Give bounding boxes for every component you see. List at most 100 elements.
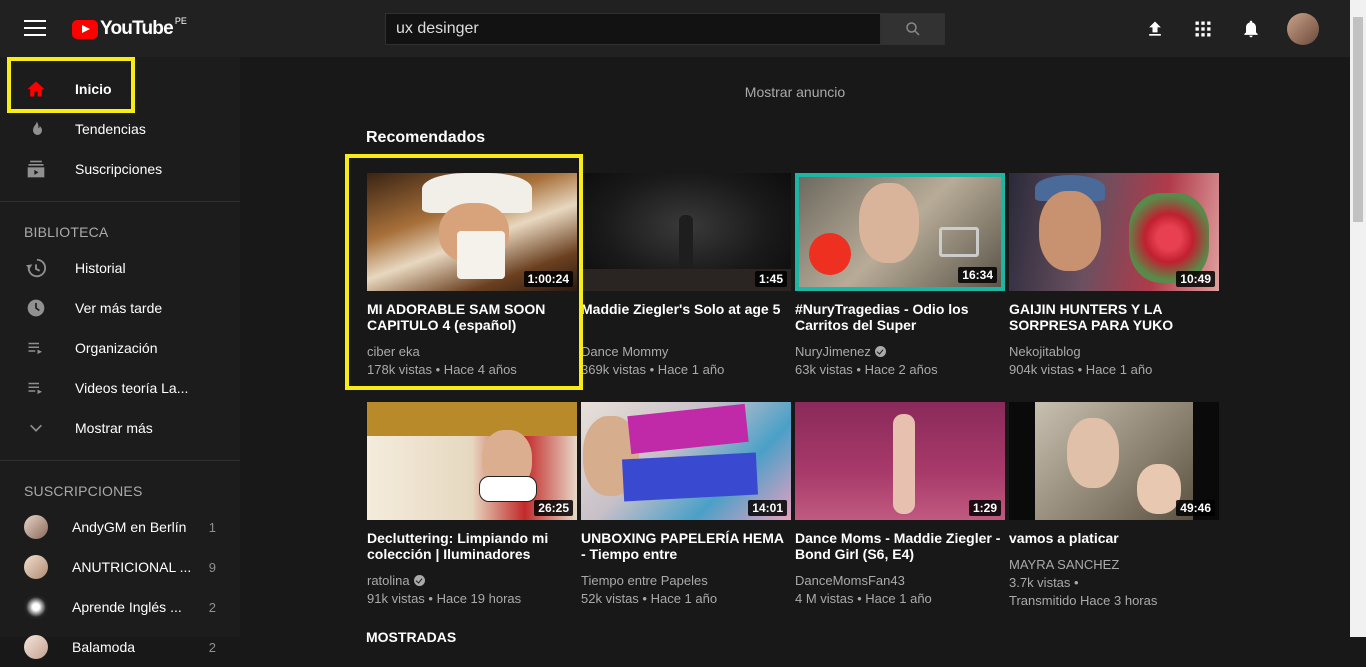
subscription-item[interactable]: Aprende Inglés ... 2	[0, 587, 240, 627]
video-title[interactable]: #NuryTragedias - Odio los Carritos del S…	[795, 301, 1005, 333]
youtube-logo[interactable]: YouTube PE	[72, 16, 187, 40]
channel-name-text: Nekojitablog	[1009, 344, 1081, 359]
video-card[interactable]: 16:34 #NuryTragedias - Odio los Carritos…	[795, 173, 1005, 379]
sidebar-item-organizacion[interactable]: Organización	[0, 328, 240, 368]
video-duration: 1:45	[754, 271, 787, 287]
subscription-item[interactable]: AndyGM en Berlín 1	[0, 507, 240, 547]
thumbnail-face	[1067, 418, 1119, 488]
bell-icon[interactable]	[1239, 17, 1263, 41]
video-meta: 3.7k vistas •	[1009, 575, 1079, 590]
annotation-highlight	[7, 57, 135, 113]
sidebar-item-videos-teoria[interactable]: Videos teoría La...	[0, 368, 240, 408]
sidebar-item-label: Mostrar más	[75, 420, 153, 436]
sidebar-divider	[0, 201, 240, 202]
channel-name-text: Dance Mommy	[581, 344, 669, 359]
video-thumbnail[interactable]: 26:25	[367, 402, 577, 520]
top-bar: YouTube PE	[0, 0, 1366, 57]
video-title[interactable]: Dance Moms - Maddie Ziegler - Bond Girl …	[795, 530, 1005, 562]
logo-country: PE	[174, 16, 187, 26]
channel-name[interactable]: Dance Mommy	[581, 343, 791, 361]
channel-name[interactable]: NuryJimenez	[795, 343, 1005, 361]
thumbnail-face	[859, 183, 919, 263]
video-card[interactable]: 10:49 GAIJIN HUNTERS Y LA SORPRESA PARA …	[1009, 173, 1219, 379]
channel-name-text: Tiempo entre Papeles	[581, 573, 708, 588]
apps-grid-icon[interactable]	[1191, 17, 1215, 41]
video-thumbnail[interactable]: 10:49	[1009, 173, 1219, 291]
video-duration: 26:25	[534, 500, 573, 516]
sidebar-item-label: Ver más tarde	[75, 300, 163, 316]
channel-name-text: DanceMomsFan43	[795, 573, 905, 588]
scrollbar[interactable]	[1350, 0, 1366, 637]
channel-name[interactable]: Tiempo entre Papeles	[581, 572, 791, 590]
subscription-label: AndyGM en Berlín	[72, 519, 187, 535]
video-meta: 904k vistas • Hace 1 año	[1009, 362, 1153, 377]
thumbnail-flowers	[1129, 193, 1209, 283]
video-thumbnail[interactable]: 14:01	[581, 402, 791, 520]
play-logo-icon	[72, 19, 98, 39]
search-input[interactable]	[385, 13, 881, 45]
video-duration: 10:49	[1176, 271, 1215, 287]
channel-avatar	[24, 515, 48, 539]
channel-name[interactable]: DanceMomsFan43	[795, 572, 1005, 590]
search-bar	[385, 13, 945, 45]
thumbnail-banner	[367, 402, 577, 436]
channel-avatar	[24, 595, 48, 619]
video-thumbnail[interactable]: 1:45	[581, 173, 791, 291]
video-thumbnail[interactable]: 1:29	[795, 402, 1005, 520]
video-title[interactable]: vamos a platicar	[1009, 530, 1219, 546]
clock-icon	[24, 296, 48, 320]
video-meta: 63k vistas • Hace 2 años	[795, 362, 938, 377]
video-duration: 1:29	[968, 500, 1001, 516]
video-card[interactable]: 49:46 vamos a platicar MAYRA SANCHEZ 3.7…	[1009, 402, 1219, 610]
show-ad-text[interactable]: Mostrar anuncio	[240, 84, 1350, 100]
video-thumbnail[interactable]: 16:34	[795, 173, 1005, 291]
subscription-label: ANUTRICIONAL ...	[72, 559, 192, 575]
thumbnail-face	[1039, 191, 1101, 271]
sidebar-item-ver-mas-tarde[interactable]: Ver más tarde	[0, 288, 240, 328]
sidebar-item-label: Tendencias	[75, 121, 146, 137]
section-title[interactable]: Recomendados	[366, 129, 485, 147]
sidebar-item-tendencias[interactable]: Tendencias	[0, 109, 240, 149]
video-meta: 52k vistas • Hace 1 año	[581, 591, 718, 606]
channel-name-text: NuryJimenez	[795, 344, 871, 359]
verified-icon	[413, 575, 425, 586]
subscription-item[interactable]: Balamoda 2	[0, 627, 240, 667]
video-title[interactable]: Decluttering: Limpiando mi colección | I…	[367, 530, 577, 562]
menu-icon[interactable]	[24, 20, 46, 38]
thumbnail-child	[1137, 464, 1181, 514]
video-title[interactable]: GAIJIN HUNTERS Y LA SORPRESA PARA YUKO	[1009, 301, 1219, 333]
upload-icon[interactable]	[1143, 17, 1167, 41]
playlist-icon	[24, 376, 48, 400]
search-button[interactable]	[881, 13, 945, 45]
video-card[interactable]: 14:01 UNBOXING PAPELERÍA HEMA - Tiempo e…	[581, 402, 791, 608]
subscription-item[interactable]: ANUTRICIONAL ... 9	[0, 547, 240, 587]
user-avatar[interactable]	[1287, 13, 1319, 45]
video-title[interactable]: Maddie Ziegler's Solo at age 5	[581, 301, 791, 333]
subscription-label: Aprende Inglés ...	[72, 599, 182, 615]
video-meta: 4 M vistas • Hace 1 año	[795, 591, 932, 606]
subscription-count: 2	[208, 639, 216, 655]
video-duration: 14:01	[748, 500, 787, 516]
video-card[interactable]: 26:25 Decluttering: Limpiando mi colecci…	[367, 402, 577, 608]
video-title[interactable]: UNBOXING PAPELERÍA HEMA - Tiempo entre	[581, 530, 791, 562]
sidebar-item-label: Organización	[75, 340, 158, 356]
subscription-count: 2	[208, 599, 216, 615]
sidebar-item-suscripciones[interactable]: Suscripciones	[0, 149, 240, 189]
video-card[interactable]: 1:29 Dance Moms - Maddie Ziegler - Bond …	[795, 402, 1005, 608]
sidebar-item-mostrar-mas[interactable]: Mostrar más	[0, 408, 240, 448]
scrollbar-thumb[interactable]	[1353, 17, 1363, 222]
channel-name-text: MAYRA SANCHEZ	[1009, 557, 1120, 572]
angry-emoji-icon	[809, 233, 851, 275]
channel-name[interactable]: MAYRA SANCHEZ	[1009, 556, 1219, 574]
playlist-icon	[24, 336, 48, 360]
annotation-highlight	[345, 154, 583, 390]
video-thumbnail[interactable]: 49:46	[1009, 402, 1219, 520]
channel-name[interactable]: ratolina	[367, 572, 577, 590]
subscriptions-heading: SUSCRIPCIONES	[24, 483, 143, 499]
video-card[interactable]: 1:45 Maddie Ziegler's Solo at age 5 Danc…	[581, 173, 791, 379]
sidebar-item-historial[interactable]: Historial	[0, 248, 240, 288]
channel-avatar	[24, 635, 48, 659]
video-meta-live: Transmitido Hace 3 horas	[1009, 593, 1158, 608]
subscription-label: Balamoda	[72, 639, 136, 655]
channel-name[interactable]: Nekojitablog	[1009, 343, 1219, 361]
